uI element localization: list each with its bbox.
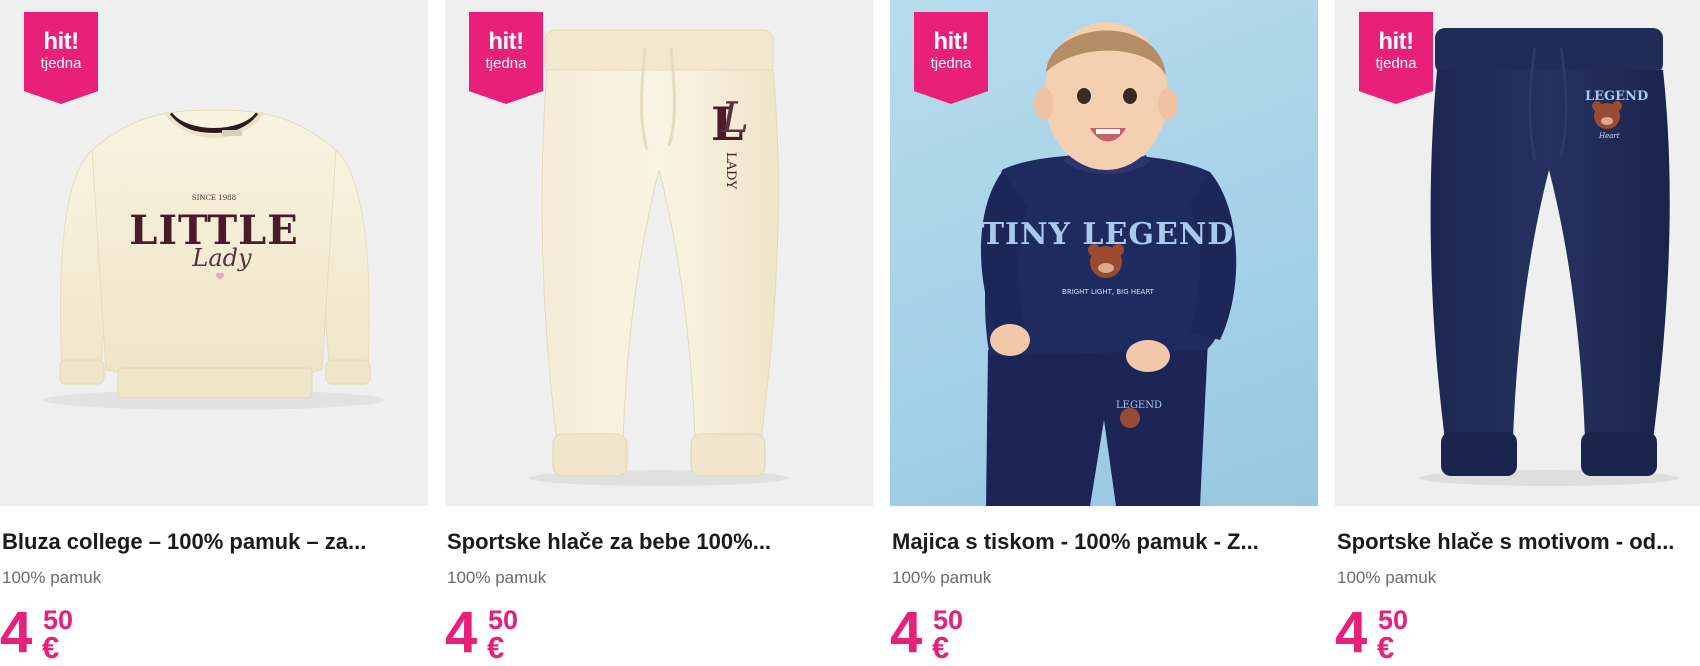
svg-text:SINCE 1988: SINCE 1988 <box>192 194 236 202</box>
product-card[interactable]: LEGEND Heart hit! tjedna Sportske hlače … <box>1335 0 1700 666</box>
badge-label: hit! <box>43 28 79 55</box>
product-image[interactable]: SINCE 1988 LITTLE Lady hit! tjedna <box>0 0 428 506</box>
product-material: 100% pamuk <box>1337 568 1437 587</box>
price-integer: 4 <box>445 600 477 665</box>
hit-badge: hit! tjedna <box>1359 12 1433 104</box>
product-title[interactable]: Majica s tiskom - 100% pamuk - Z... <box>892 528 1316 556</box>
product-title[interactable]: Sportske hlače s motivom - od... <box>1337 528 1700 556</box>
price-currency: € <box>1377 630 1395 665</box>
product-image[interactable]: LEGEND Heart hit! tjedna <box>1335 0 1700 506</box>
price-currency: € <box>487 630 505 665</box>
product-material: 100% pamuk <box>892 568 992 587</box>
product-image[interactable]: L L LADY hit! tjedna <box>445 0 873 506</box>
price-integer: 4 <box>0 600 32 665</box>
svg-text:BRIGHT LIGHT, BIG HEART: BRIGHT LIGHT, BIG HEART <box>1062 288 1155 296</box>
product-image[interactable]: TINY LEGEND BRIGHT LIGHT, BIG HEART LEGE… <box>890 0 1318 506</box>
svg-text:Lady: Lady <box>191 244 252 272</box>
product-card[interactable]: L L LADY hit! tjedna Sportske hlače za b… <box>445 0 873 666</box>
price-currency: € <box>932 630 950 665</box>
svg-text:LADY: LADY <box>723 152 738 189</box>
hit-badge: hit! tjedna <box>24 12 98 104</box>
product-grid: SINCE 1988 LITTLE Lady hit! tjedna Bluza… <box>0 0 1700 666</box>
product-title[interactable]: Sportske hlače za bebe 100%... <box>447 528 871 556</box>
hit-badge: hit! tjedna <box>469 12 543 104</box>
svg-text:L: L <box>720 93 749 142</box>
badge-sublabel: tjedna <box>485 55 527 72</box>
product-card[interactable]: SINCE 1988 LITTLE Lady hit! tjedna Bluza… <box>0 0 428 666</box>
product-card[interactable]: TINY LEGEND BRIGHT LIGHT, BIG HEART LEGE… <box>890 0 1318 666</box>
product-material: 100% pamuk <box>2 568 102 587</box>
badge-sublabel: tjedna <box>930 55 972 72</box>
hit-badge: hit! tjedna <box>914 12 988 104</box>
badge-label: hit! <box>933 28 969 55</box>
price-integer: 4 <box>890 600 922 665</box>
badge-sublabel: tjedna <box>1375 55 1417 72</box>
svg-text:LEGEND: LEGEND <box>1116 400 1162 411</box>
badge-label: hit! <box>488 28 524 55</box>
badge-sublabel: tjedna <box>40 55 82 72</box>
product-material: 100% pamuk <box>447 568 547 587</box>
price-currency: € <box>42 630 60 665</box>
price-integer: 4 <box>1335 600 1367 665</box>
product-title[interactable]: Bluza college – 100% pamuk – za... <box>2 528 426 556</box>
svg-text:Heart: Heart <box>1598 132 1620 140</box>
badge-label: hit! <box>1378 28 1414 55</box>
